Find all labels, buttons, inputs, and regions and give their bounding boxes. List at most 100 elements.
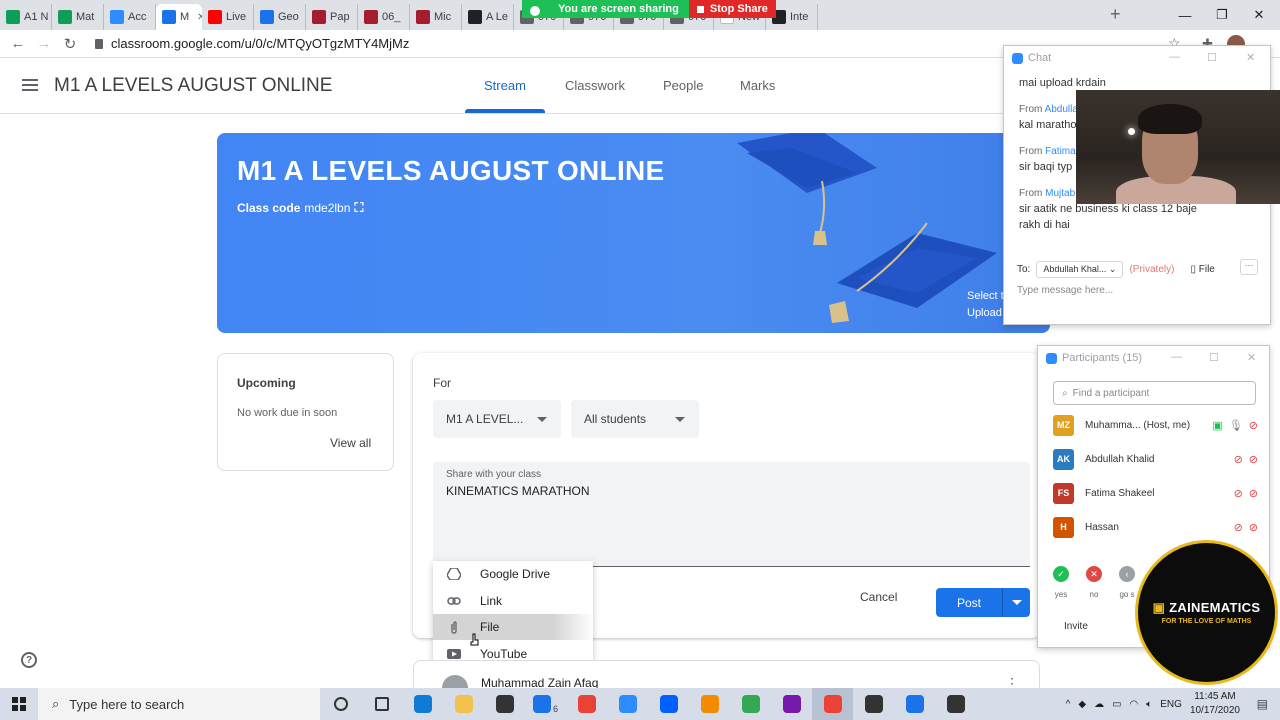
tab-label: Live <box>226 11 247 23</box>
browser-tab[interactable]: Pap <box>306 4 358 30</box>
reaction-yes[interactable]: ✓ yes <box>1053 566 1069 599</box>
reload-icon[interactable]: ↻ <box>57 35 83 53</box>
onenote-icon[interactable] <box>771 688 812 720</box>
find-participant-input[interactable]: ⌕ Find a participant <box>1053 381 1256 405</box>
file-button[interactable]: ▯ File <box>1190 264 1214 275</box>
main-menu-icon[interactable] <box>22 79 38 91</box>
chrome-active-icon[interactable] <box>812 688 853 720</box>
task-view-icon[interactable] <box>361 688 402 720</box>
close-window-icon[interactable]: ✕ <box>1236 0 1280 30</box>
zoom-icon[interactable] <box>607 688 648 720</box>
onedrive-icon[interactable]: ☁ <box>1094 699 1104 710</box>
minimize-icon[interactable]: — <box>1169 51 1180 63</box>
browser-tab[interactable]: A Le <box>462 4 514 30</box>
video-off-icon[interactable]: ⊘ <box>1249 487 1258 500</box>
more-options-icon[interactable]: ··· <box>1240 259 1258 275</box>
wifi-icon[interactable]: ◠ <box>1130 699 1139 710</box>
class-banner: M1 A LEVELS AUGUST ONLINE Class code mde2… <box>217 133 1050 333</box>
post-options-dropdown[interactable] <box>1003 600 1030 605</box>
store-icon[interactable] <box>484 688 525 720</box>
edge-icon[interactable] <box>402 688 443 720</box>
microphone-muted-icon[interactable]: ⊘ <box>1234 521 1243 534</box>
reaction-go-slower[interactable]: ‹ go s <box>1119 566 1135 599</box>
video-off-icon[interactable]: ⊘ <box>1249 521 1258 534</box>
browser-tab[interactable]: 06_ <box>358 4 410 30</box>
volume-icon[interactable]: 🔈︎ <box>1146 699 1152 710</box>
whiteboard-icon[interactable] <box>894 688 935 720</box>
chrome-icon[interactable] <box>566 688 607 720</box>
dropbox-icon[interactable] <box>648 688 689 720</box>
browser-tab[interactable]: A1 N <box>0 4 52 30</box>
class-select[interactable]: M1 A LEVEL... <box>433 400 561 438</box>
maximize-icon[interactable]: ☐ <box>1207 51 1217 64</box>
cancel-button[interactable]: Cancel <box>860 590 897 604</box>
nonverbal-feedback: ✓ yes ✕ no ‹ go s <box>1053 566 1135 599</box>
notifications-icon[interactable]: ▤ <box>1257 697 1268 711</box>
maximize-icon[interactable]: ☐ <box>1209 351 1219 364</box>
help-icon[interactable]: ? <box>21 652 37 668</box>
browser-tab[interactable]: Mat <box>52 4 104 30</box>
clock[interactable]: 11:45 AM 10/17/2020 <box>1190 690 1240 718</box>
chrome-profile-icon[interactable] <box>730 688 771 720</box>
announcement-textarea[interactable]: Share with your class KINEMATICS MARATHO… <box>433 462 1030 567</box>
close-icon[interactable]: ✕ <box>1246 51 1255 64</box>
stream-post-header: Muhammad Zain Afaq ⋮ <box>413 660 1040 701</box>
attach-file[interactable]: File <box>433 614 593 640</box>
minimize-icon[interactable]: — <box>1171 351 1182 363</box>
participants-title: Participants (15) <box>1062 352 1143 364</box>
chat-message: sir aatik ne business ki class 12 baje <box>1019 203 1197 215</box>
post-button[interactable]: Post <box>936 588 1030 617</box>
settings-icon[interactable] <box>935 688 976 720</box>
recipient-select[interactable]: Abdullah Khal... ⌄ <box>1036 261 1124 278</box>
taskbar-search[interactable]: ⌕ Type here to search <box>38 688 320 720</box>
start-button[interactable] <box>0 697 38 711</box>
browser-tab[interactable]: Acc <box>104 4 156 30</box>
vlc-icon[interactable] <box>689 688 730 720</box>
dropbox-tray-icon[interactable]: ◆ <box>1078 699 1086 710</box>
invite-button[interactable]: Invite <box>1064 621 1088 632</box>
banner-select-theme[interactable]: Select t Upload <box>967 288 1004 322</box>
participant-row[interactable]: FS Fatima Shakeel ⊘ ⊘ <box>1053 481 1258 505</box>
file-explorer-icon[interactable] <box>443 688 484 720</box>
tab-label: Inte <box>790 11 809 23</box>
view-all-link[interactable]: View all <box>330 436 371 450</box>
browser-tab[interactable]: Mic <box>410 4 462 30</box>
mail-icon[interactable]: 6 <box>525 688 566 720</box>
chat-message-input[interactable]: Type message here... <box>1017 285 1113 296</box>
microphone-muted-icon[interactable]: ⊘ <box>1234 487 1243 500</box>
tab-people[interactable]: People <box>663 78 703 93</box>
language-icon[interactable]: ENG <box>1160 699 1182 710</box>
tab-marks[interactable]: Marks <box>740 78 775 93</box>
tab-stream[interactable]: Stream <box>484 78 526 93</box>
microphone-muted-icon[interactable]: ⊘ <box>1234 453 1243 466</box>
attach-link[interactable]: Link <box>433 588 593 614</box>
windows-taskbar: ⌕ Type here to search 6 ^ ◆ ☁ ▭ ◠ 🔈︎ ENG … <box>0 688 1280 720</box>
browser-tab[interactable]: Live <box>202 4 254 30</box>
tray-chevron-icon[interactable]: ^ <box>1066 699 1071 710</box>
students-select[interactable]: All students <box>571 400 699 438</box>
fullscreen-icon[interactable]: ⛶ <box>354 200 363 215</box>
new-tab-icon[interactable]: + <box>1100 4 1131 25</box>
cortana-icon[interactable] <box>320 688 361 720</box>
browser-tab[interactable]: Geo <box>254 4 306 30</box>
tab-label: A Le <box>486 11 509 23</box>
battery-icon[interactable]: ▭ <box>1112 699 1121 710</box>
obs-icon[interactable] <box>853 688 894 720</box>
video-off-icon[interactable]: ⊘ <box>1249 419 1258 432</box>
close-icon[interactable]: ✕ <box>1247 351 1256 364</box>
browser-tab[interactable]: M ✕ <box>156 4 202 30</box>
forward-icon[interactable]: → <box>31 35 57 52</box>
back-icon[interactable]: ← <box>5 35 31 52</box>
participant-row[interactable]: AK Abdullah Khalid ⊘ ⊘ <box>1053 447 1258 471</box>
banner-title: M1 A LEVELS AUGUST ONLINE <box>237 155 665 186</box>
url-field[interactable]: classroom.google.com/u/0/c/MTQyOTgzMTY4M… <box>95 36 409 51</box>
participant-row[interactable]: H Hassan ⊘ ⊘ <box>1053 515 1258 539</box>
chat-sender: From Mujtab <box>1019 188 1076 199</box>
microphone-icon[interactable]: 🎙︎ <box>1229 419 1243 432</box>
participant-row[interactable]: MZ Muhamma... (Host, me) ▣ 🎙︎ ⊘ <box>1053 413 1258 437</box>
video-off-icon[interactable]: ⊘ <box>1249 453 1258 466</box>
attach-google-drive[interactable]: Google Drive <box>433 561 593 587</box>
stop-share-button[interactable]: Stop Share <box>688 0 776 18</box>
tab-classwork[interactable]: Classwork <box>565 78 625 93</box>
reaction-no[interactable]: ✕ no <box>1086 566 1102 599</box>
